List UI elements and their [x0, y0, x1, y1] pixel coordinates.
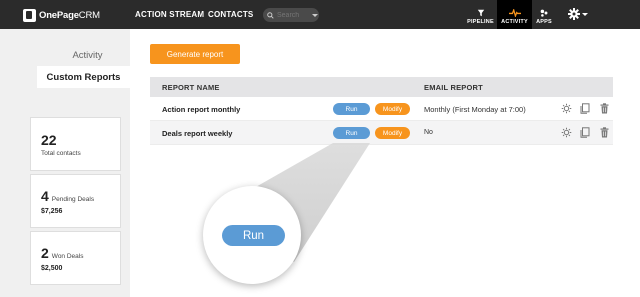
reports-table: REPORT NAME EMAIL REPORT Action report m… [150, 77, 613, 145]
settings-menu[interactable] [568, 8, 588, 20]
zoomed-run-button[interactable]: Run [222, 225, 285, 246]
copy-icon[interactable] [580, 103, 590, 114]
settings-gear-icon[interactable] [561, 127, 572, 138]
search-icon [267, 11, 274, 19]
tab-activity[interactable]: Activity [45, 44, 130, 66]
table-row: Action report monthly Run Modify Monthly… [150, 97, 613, 121]
modify-button[interactable]: Modify [375, 127, 410, 139]
logo-icon [23, 8, 36, 22]
onepagecrm-logo[interactable]: OnePageCRM [23, 8, 100, 22]
activity-pulse-icon [508, 9, 521, 17]
stat-pending-deals[interactable]: 4 Pending Deals $7,256 [30, 174, 121, 228]
nav-apps-label: APPS [536, 19, 552, 25]
chevron-down-icon [582, 12, 588, 16]
stat-total-contacts: 22 Total contacts [30, 117, 121, 171]
header-report-name: REPORT NAME [162, 82, 220, 92]
tab-custom-reports[interactable]: Custom Reports [37, 66, 130, 88]
nav-apps[interactable]: APPS [533, 0, 555, 29]
generate-report-button[interactable]: Generate report [150, 44, 240, 64]
nav-action-stream[interactable]: ACTION STREAM [135, 10, 204, 19]
stat-label: Total contacts [41, 150, 81, 157]
stat-value: 2 [41, 245, 49, 261]
stat-amount: $7,256 [41, 208, 63, 215]
stat-value: 4 [41, 188, 49, 204]
stat-label: Won Deals [51, 253, 84, 260]
run-button[interactable]: Run [333, 127, 370, 139]
logo-text-bold: OnePage [39, 9, 79, 21]
logo-text-light: CRM [78, 9, 100, 21]
search-box[interactable] [263, 8, 319, 22]
trash-icon[interactable] [600, 103, 609, 114]
nav-pipeline-label: PIPELINE [467, 19, 494, 25]
settings-gear-icon[interactable] [561, 103, 572, 114]
report-name: Action report monthly [162, 105, 241, 114]
modify-button[interactable]: Modify [375, 103, 410, 115]
table-header: REPORT NAME EMAIL REPORT [150, 77, 613, 97]
top-navigation-bar: OnePageCRM ACTION STREAM CONTACTS PIPELI… [0, 0, 640, 29]
chevron-down-icon[interactable] [312, 13, 318, 17]
nav-contacts[interactable]: CONTACTS [208, 10, 253, 19]
trash-icon[interactable] [600, 127, 609, 138]
run-button[interactable]: Run [333, 103, 370, 115]
stat-won-deals[interactable]: 2 Won Deals $2,500 [30, 231, 121, 285]
table-row: Deals report weekly Run Modify No [150, 121, 613, 145]
search-input[interactable] [277, 11, 311, 19]
stat-amount: $2,500 [41, 265, 63, 272]
email-schedule: Monthly (First Monday at 7:00) [424, 105, 526, 114]
email-schedule: No [424, 129, 433, 136]
nav-activity[interactable]: ACTIVITY [497, 0, 532, 29]
gear-icon [568, 8, 580, 20]
copy-icon[interactable] [580, 127, 590, 138]
header-email-report: EMAIL REPORT [424, 82, 483, 92]
report-name: Deals report weekly [162, 129, 233, 138]
nav-pipeline[interactable]: PIPELINE [464, 0, 497, 29]
filter-icon [477, 9, 484, 17]
nav-activity-label: ACTIVITY [501, 19, 528, 25]
stat-label: Pending Deals [51, 196, 95, 203]
stat-value: 22 [41, 132, 57, 148]
apps-icon [540, 9, 548, 17]
